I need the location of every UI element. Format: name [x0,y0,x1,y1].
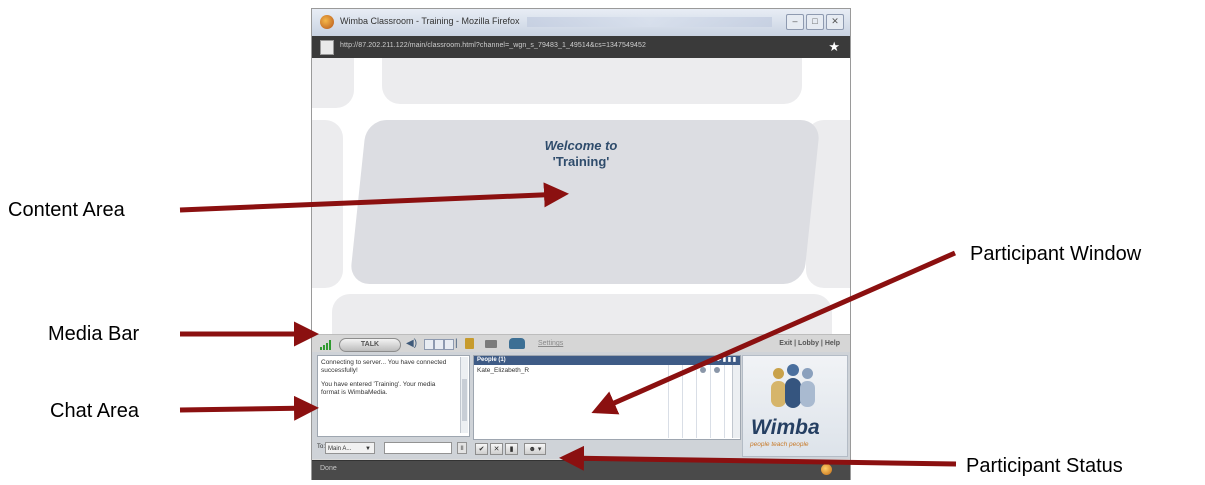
figure-head [773,368,784,379]
signal-strength-icon [320,340,332,350]
annotation-participant-window: Participant Window [970,243,1142,265]
participant-status-bar: ✔ ✕ ▮ ☻ ▾ [473,441,739,457]
phone-icon[interactable] [509,338,525,349]
participant-name[interactable]: Kate_Elizabeth_R [477,367,529,374]
wimba-tagline: people teach people [750,441,809,448]
slide-tile-bottom [332,294,832,334]
wimba-logo-figures [765,364,825,410]
status-emoticon-button[interactable]: ☻ ▾ [524,443,546,455]
chat-message: Connecting to server... You have connect… [321,359,447,374]
mic-icon[interactable]: | [455,338,458,350]
status-check-button[interactable]: ✔ [475,443,488,455]
annotation-participant-status: Participant Status [966,455,1123,477]
address-bar[interactable]: http://87.202.211.122/main/classroom.htm… [312,36,850,58]
window-controls: – □ ✕ [786,14,844,30]
volume-box-3[interactable] [444,339,454,350]
arrow-chat-area [179,395,319,421]
talk-button[interactable]: TALK [339,338,401,352]
figure-body [785,378,801,408]
page-icon [320,40,334,55]
blurred-title-text [527,17,772,27]
exit-lobby-help-links[interactable]: Exit | Lobby | Help [779,340,840,347]
volume-box-2[interactable] [434,339,444,350]
people-header-label: People (1) [477,357,506,363]
lower-panel: Connecting to server... You have connect… [312,352,850,459]
media-bar: TALK ◀) | Settings Exit | Lobby | Help [312,334,850,354]
chat-scroll-thumb[interactable] [462,379,467,421]
chevron-down-icon: ▼ [365,446,371,452]
chat-recipient-value: Main A... [328,446,352,452]
maximize-button[interactable]: □ [806,14,824,30]
annotation-chat-area: Chat Area [50,400,139,422]
settings-link[interactable]: Settings [538,340,563,347]
annotation-media-bar: Media Bar [48,323,140,345]
chat-input[interactable] [384,442,452,454]
slide-tile-top-left [312,58,354,108]
window-title: Wimba Classroom - Training - Mozilla Fir… [340,16,520,26]
browser-status-bar: Done [312,460,850,480]
send-button[interactable]: II [457,442,467,454]
figure-head [787,364,799,376]
status-text: Done [320,465,337,472]
wimba-logo-text: Wimba [751,416,820,439]
figure-body [771,381,786,407]
wimba-logo-panel: Wimba people teach people [742,355,848,457]
slide-tile-top [382,58,802,104]
minimize-button[interactable]: – [786,14,804,30]
participant-window[interactable]: People (1) ◂▸ ▮ ▮ ▮ Kate_Elizabeth_R [473,355,741,440]
browser-window: Wimba Classroom - Training - Mozilla Fir… [311,8,851,480]
status-x-button[interactable]: ✕ [490,443,503,455]
window-titlebar: Wimba Classroom - Training - Mozilla Fir… [312,9,850,36]
speaker-icon[interactable]: ◀) [406,338,417,350]
people-column-icons[interactable]: ◂▸ ▮ ▮ ▮ [715,356,736,365]
url-text[interactable]: http://87.202.211.122/main/classroom.htm… [340,42,646,49]
camera-icon[interactable] [485,340,497,348]
people-header: People (1) ◂▸ ▮ ▮ ▮ [474,356,740,365]
status-bar-icon [821,464,832,475]
people-column-lines [660,365,738,438]
bookmark-star-icon[interactable]: ★ [828,39,840,55]
figure-head [802,368,813,379]
chat-log: Connecting to server... You have connect… [321,359,454,403]
chat-recipient-select[interactable]: Main A... ▼ [325,442,375,454]
content-area: Welcome to 'Training' [312,58,850,334]
slide-subtitle: 'Training' [552,154,610,169]
chat-area[interactable]: Connecting to server... You have connect… [317,355,470,437]
participant-status-dots [700,367,734,375]
figure-body [800,381,815,407]
annotation-content-area: Content Area [8,199,125,221]
people-scrollbar[interactable] [732,365,740,438]
slide-title: Welcome to [544,138,618,153]
chat-to-label: To: [317,444,326,450]
status-hand-button[interactable]: ▮ [505,443,518,455]
volume-box-1[interactable] [424,339,434,350]
lock-icon[interactable] [465,338,474,349]
firefox-icon [320,15,334,29]
chat-message: You have entered 'Training'. Your media … [321,381,436,396]
close-button[interactable]: ✕ [826,14,844,30]
chat-scrollbar[interactable] [460,357,468,433]
